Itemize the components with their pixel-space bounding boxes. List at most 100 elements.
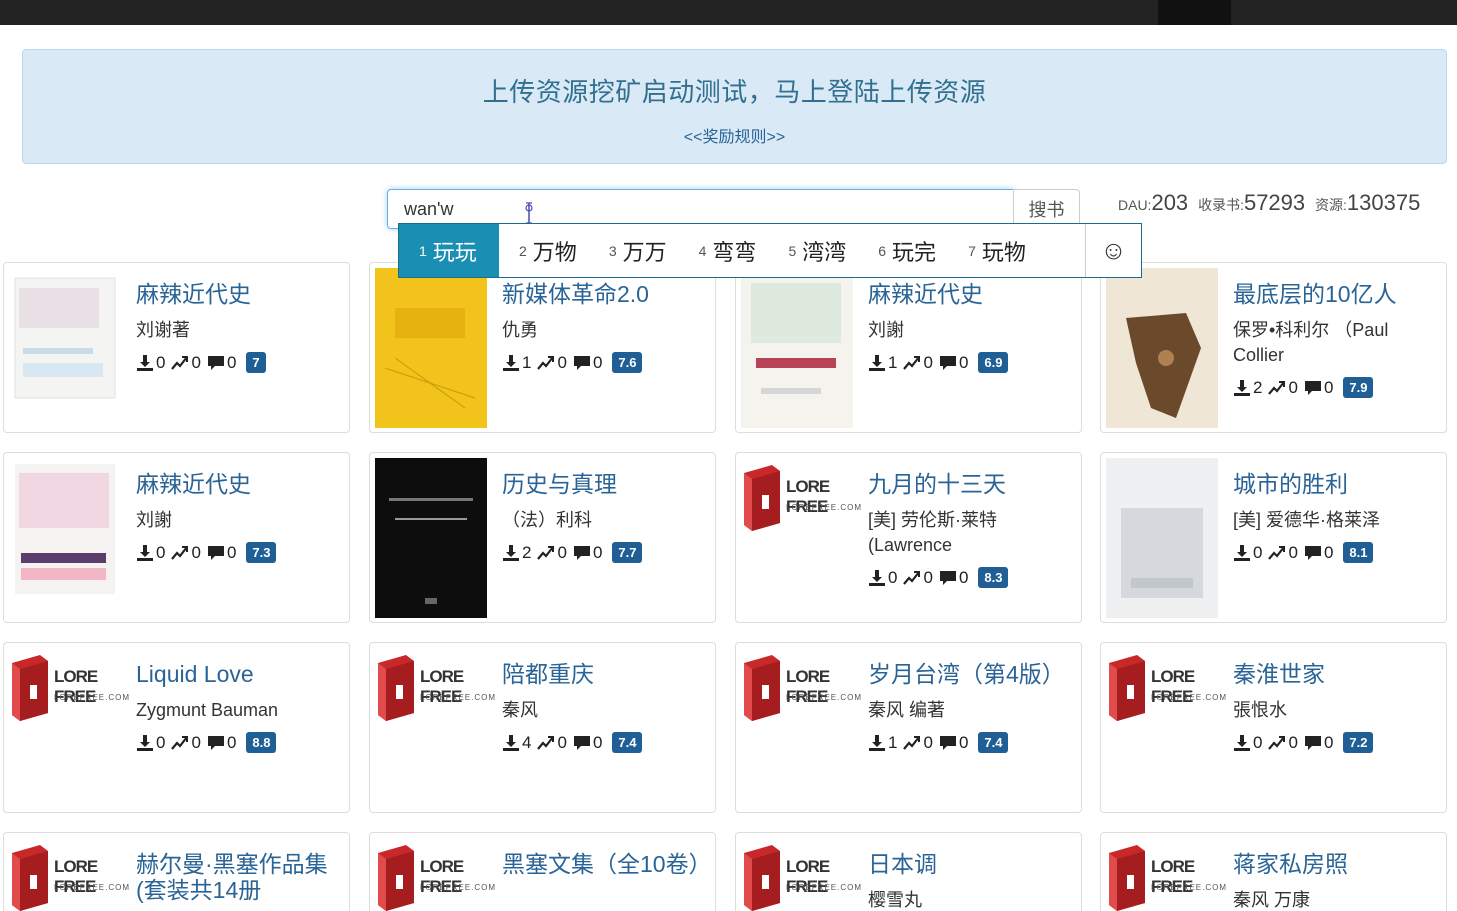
ime-candidate-number: 7: [968, 242, 976, 259]
book-card[interactable]: 麻辣近代史 刘謝 0 0 0 7.3: [3, 452, 350, 623]
lorefree-cover-image[interactable]: LORE FREE LOREFREE.COM: [10, 653, 129, 723]
book-card[interactable]: LORE FREE LOREFREE.COM 岁月台湾（第4版） 秦风 编著 1 0 0 7.…: [735, 642, 1082, 813]
book-title-link[interactable]: 新媒体革命2.0: [502, 281, 712, 307]
ime-candidate-number: 3: [608, 242, 617, 259]
book-card[interactable]: LORE FREE LOREFREE.COM Liquid Love Zygmunt …: [3, 642, 350, 813]
navbar-tab[interactable]: [1158, 0, 1231, 25]
reward-rules-link[interactable]: <<奖励规则>>: [684, 123, 785, 147]
share-icon: [171, 735, 189, 750]
ime-candidate[interactable]: 3 万万: [589, 224, 679, 277]
book-card[interactable]: LORE FREE LOREFREE.COM 赫尔曼·黑塞作品集(套装共14册: [3, 832, 350, 911]
download-count: 2: [1253, 377, 1263, 397]
book-title-link[interactable]: 秦淮世家: [1233, 661, 1443, 687]
book-title-link[interactable]: 九月的十三天: [868, 471, 1078, 497]
ime-candidate[interactable]: 4 弯弯: [679, 224, 769, 277]
book-author: 秦风: [502, 700, 538, 720]
book-card[interactable]: 历史与真理 （法）利科 2 0 0 7.7: [369, 452, 716, 623]
book-card[interactable]: 最底层的10亿人 保罗•科利尔 （Paul Collier 2 0 0 7.9: [1100, 262, 1447, 433]
comment-icon: [1304, 380, 1321, 395]
lorefree-cover-image[interactable]: LORE FREE LOREFREE.COM: [376, 653, 495, 723]
book-author: 樱雪丸: [868, 890, 922, 910]
book-cover-image[interactable]: [375, 268, 487, 428]
share-count: 0: [557, 542, 567, 562]
emoji-icon[interactable]: ☺: [1085, 224, 1141, 277]
rating-badge: 7.4: [978, 732, 1009, 753]
book-title-link[interactable]: Liquid Love: [136, 661, 346, 687]
books-label: 收录书:: [1198, 197, 1244, 213]
book-title-link[interactable]: 麻辣近代史: [136, 471, 346, 497]
lorefree-cover-image[interactable]: LORE FREE LOREFREE.COM: [742, 843, 861, 911]
book-title-link[interactable]: 岁月台湾（第4版）: [868, 661, 1078, 687]
download-count: 0: [1253, 732, 1263, 752]
book-logo-icon: [744, 845, 780, 911]
book-cover-image[interactable]: [9, 458, 121, 618]
book-cover-image[interactable]: [9, 268, 121, 428]
lorefree-cover-image[interactable]: LORE FREE LOREFREE.COM: [1107, 653, 1226, 723]
book-card[interactable]: LORE FREE LOREFREE.COM 九月的十三天 [美] 劳伦斯·莱特 (L…: [735, 452, 1082, 623]
ime-candidate[interactable]: 6 玩完: [858, 224, 948, 277]
lorefree-cover-image[interactable]: LORE FREE LOREFREE.COM: [742, 653, 861, 723]
book-author: 保罗•科利尔 （Paul Collier: [1233, 320, 1389, 365]
share-count: 0: [1288, 542, 1298, 562]
book-stats: 0 0 0 8.3: [868, 567, 1078, 588]
book-card[interactable]: 麻辣近代史 刘謝 1 0 0 6.9: [735, 262, 1082, 433]
book-title-link[interactable]: 日本调: [868, 851, 1078, 877]
book-info: 黑塞文集（全10卷）: [502, 851, 712, 877]
book-card[interactable]: 新媒体革命2.0 仇勇 1 0 0 7.6: [369, 262, 716, 433]
book-card[interactable]: LORE FREE LOREFREE.COM 秦淮世家 張恨水 0 0 0 7.2: [1100, 642, 1447, 813]
share-icon: [171, 545, 189, 560]
book-card[interactable]: LORE FREE LOREFREE.COM 蒋家私房照 秦风 万康: [1100, 832, 1447, 911]
book-title-link[interactable]: 黑塞文集（全10卷）: [502, 851, 712, 877]
lorefree-cover-image[interactable]: LORE FREE LOREFREE.COM: [10, 843, 129, 911]
book-card[interactable]: 麻辣近代史 刘谢著 0 0 0 7: [3, 262, 350, 433]
lorefree-cover-image[interactable]: LORE FREE LOREFREE.COM: [742, 463, 861, 533]
comment-icon: [573, 545, 590, 560]
download-count: 1: [888, 352, 898, 372]
download-icon: [1234, 379, 1250, 396]
book-title-link[interactable]: 蒋家私房照: [1233, 851, 1443, 877]
ime-candidate[interactable]: 1 玩玩: [399, 224, 499, 277]
book-title-link[interactable]: 最底层的10亿人: [1233, 281, 1443, 307]
download-icon: [1234, 544, 1250, 561]
share-count: 0: [1288, 377, 1298, 397]
book-info: 麻辣近代史 刘謝 0 0 0 7.3: [136, 471, 346, 563]
download-icon: [137, 354, 153, 371]
book-cover-image[interactable]: [741, 268, 853, 428]
ime-candidate[interactable]: 2 万物: [499, 224, 589, 277]
ime-candidate[interactable]: 7 玩物: [948, 224, 1038, 277]
book-title-link[interactable]: 麻辣近代史: [136, 281, 346, 307]
book-title-link[interactable]: 陪都重庆: [502, 661, 712, 687]
book-card[interactable]: 城市的胜利 [美] 爱德华·格莱泽 0 0 0 8.1: [1100, 452, 1447, 623]
book-cover-image[interactable]: [1106, 268, 1218, 428]
book-title-link[interactable]: 赫尔曼·黑塞作品集(套装共14册: [136, 851, 346, 903]
rating-badge: 7.6: [612, 352, 643, 373]
book-card[interactable]: LORE FREE LOREFREE.COM 日本调 樱雪丸: [735, 832, 1082, 911]
comment-count: 0: [958, 352, 969, 372]
share-icon: [1268, 380, 1286, 395]
lorefree-logo-subtext: LOREFREE.COM: [1151, 883, 1228, 892]
book-card[interactable]: LORE FREE LOREFREE.COM 黑塞文集（全10卷）: [369, 832, 716, 911]
download-count: 0: [156, 732, 166, 752]
ime-candidate-number: 5: [788, 242, 797, 259]
book-author: 刘谢著: [136, 320, 190, 340]
book-title-link[interactable]: 城市的胜利: [1233, 471, 1443, 497]
lorefree-cover-image[interactable]: LORE FREE LOREFREE.COM: [1107, 843, 1226, 911]
comment-icon: [939, 735, 956, 750]
lorefree-cover-image[interactable]: LORE FREE LOREFREE.COM: [376, 843, 495, 911]
comment-count: 0: [592, 542, 603, 562]
book-cover-image[interactable]: [375, 458, 487, 618]
book-info: 日本调 樱雪丸: [868, 851, 1078, 911]
download-icon: [869, 569, 885, 586]
rating-badge: 7.3: [246, 542, 277, 563]
book-title-link[interactable]: 历史与真理: [502, 471, 712, 497]
share-count: 0: [191, 732, 201, 752]
book-title-link[interactable]: 麻辣近代史: [868, 281, 1078, 307]
book-card[interactable]: LORE FREE LOREFREE.COM 陪都重庆 秦风 4 0 0 7.4: [369, 642, 716, 813]
book-stats: 1 0 0 7.6: [502, 352, 712, 373]
share-count: 0: [923, 567, 933, 587]
rating-badge: 7.7: [612, 542, 643, 563]
ime-candidate[interactable]: 5 湾湾: [768, 224, 858, 277]
book-cover-image[interactable]: [1106, 458, 1218, 618]
comment-count: 0: [226, 542, 237, 562]
download-icon: [503, 354, 519, 371]
